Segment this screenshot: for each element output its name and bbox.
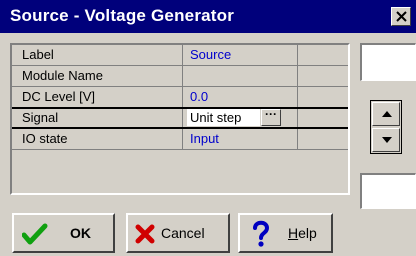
top-value-box[interactable] <box>360 43 416 81</box>
property-name: Label <box>22 47 54 62</box>
property-row-module-name[interactable]: Module Name <box>12 66 348 87</box>
question-mark-icon <box>253 220 270 247</box>
arrow-down-icon <box>382 137 392 143</box>
signal-value-field[interactable]: Unit step <box>187 109 260 126</box>
help-label-rest: elp <box>298 225 317 241</box>
close-icon <box>396 11 407 22</box>
property-name: DC Level [V] <box>22 89 95 104</box>
spin-control[interactable] <box>370 100 402 154</box>
spin-up-button[interactable] <box>372 102 400 126</box>
property-name: IO state <box>22 131 68 146</box>
property-row-dc-level[interactable]: DC Level [V] 0.0 <box>12 87 348 108</box>
spin-down-button[interactable] <box>372 128 400 152</box>
close-button[interactable] <box>391 7 411 26</box>
x-icon <box>135 224 155 244</box>
property-value[interactable]: 0.0 <box>190 89 208 104</box>
property-value[interactable]: Input <box>190 131 219 146</box>
ellipsis-button[interactable]: ··· <box>261 108 281 126</box>
bottom-value-box[interactable] <box>360 173 416 209</box>
window-title: Source - Voltage Generator <box>10 6 235 25</box>
property-grid: Label Source Module Name DC Level [V] 0.… <box>10 43 350 195</box>
cancel-button[interactable]: Cancel <box>126 213 230 253</box>
property-name: Signal <box>22 110 59 125</box>
property-value[interactable]: Source <box>190 47 231 62</box>
property-name: Module Name <box>22 68 103 83</box>
help-mnemonic: H <box>288 225 299 241</box>
property-row-io-state[interactable]: IO state Input <box>12 129 348 150</box>
cancel-label: Cancel <box>161 225 205 241</box>
ok-button[interactable]: OK <box>12 213 115 253</box>
ok-label: OK <box>70 225 91 241</box>
help-label: Help <box>288 225 317 241</box>
arrow-up-icon <box>382 111 392 117</box>
property-row-signal[interactable]: Signal Unit step ··· <box>12 107 348 129</box>
title-bar: Source - Voltage Generator <box>0 0 416 33</box>
checkmark-icon <box>22 223 48 245</box>
property-row-label[interactable]: Label Source <box>12 45 348 66</box>
help-button[interactable]: Help <box>238 213 333 253</box>
